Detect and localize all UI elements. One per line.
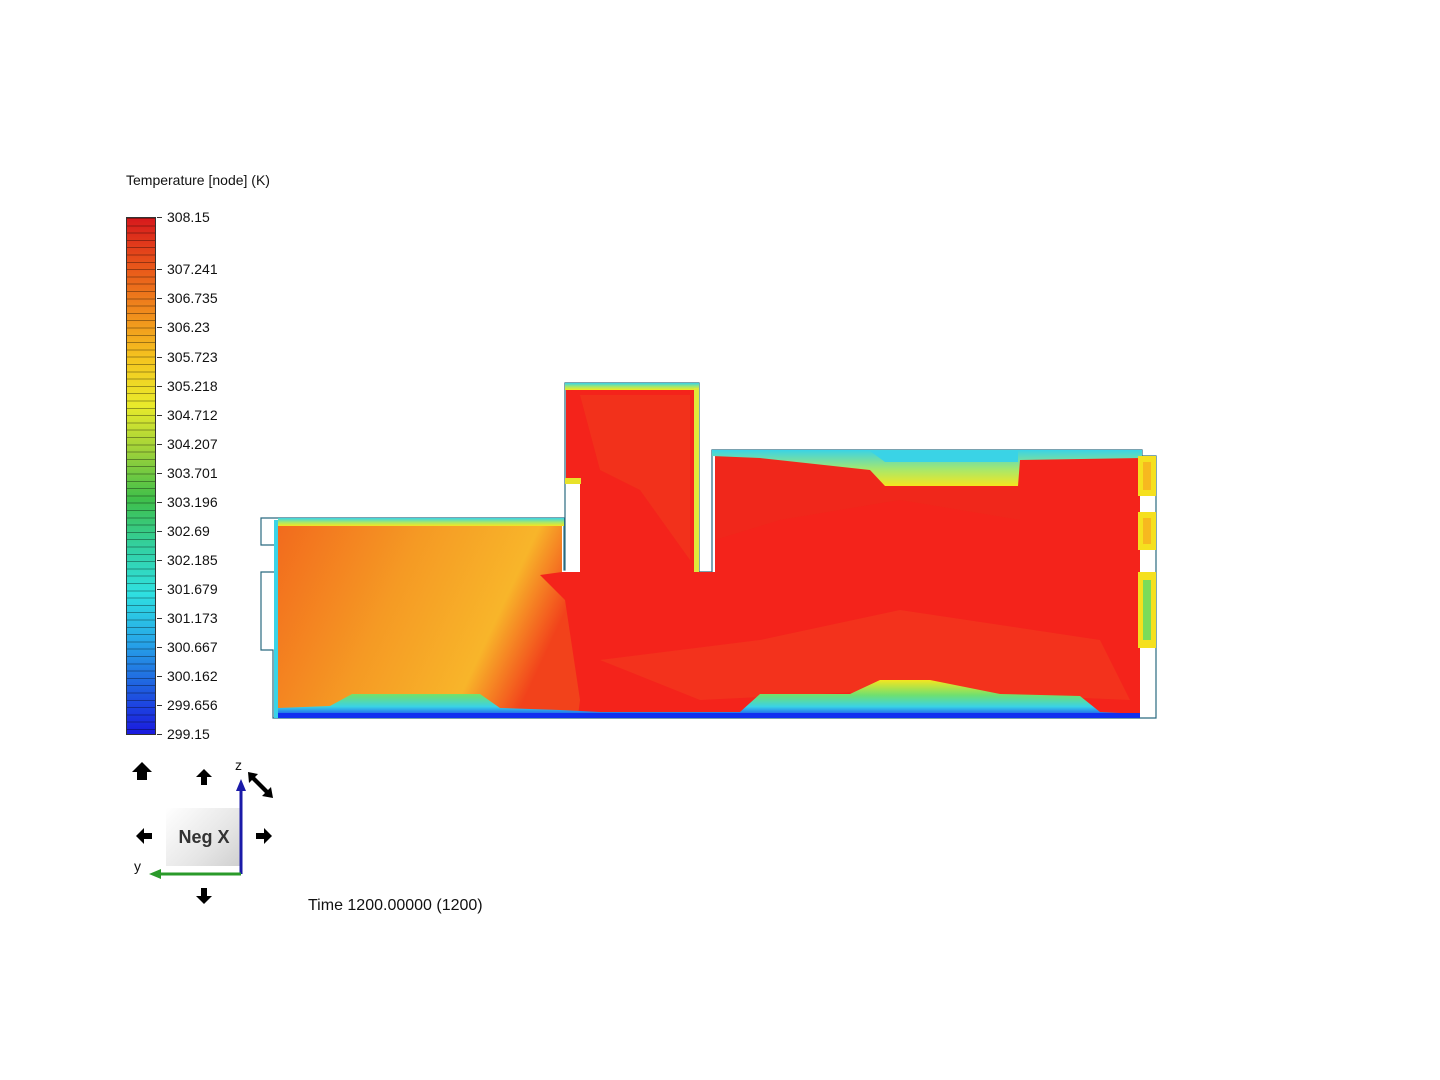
cool-core-right-top	[870, 451, 1018, 462]
rotate-left-icon[interactable]	[132, 824, 156, 848]
rotate-right-icon[interactable]	[252, 824, 276, 848]
axis-y-label: y	[134, 858, 141, 874]
simulation-viewport[interactable]	[0, 0, 1440, 1080]
cool-band-tower-left-notch	[565, 478, 581, 484]
warm-region-left-room	[278, 522, 580, 716]
cool-band-tower-right	[694, 388, 699, 572]
rotate-down-icon[interactable]	[192, 884, 216, 908]
roll-icon[interactable]	[246, 770, 274, 802]
axis-z-label: z	[235, 757, 242, 773]
window-core-2	[1143, 518, 1151, 544]
cool-band-tower-top	[565, 383, 699, 390]
cold-line-bottom	[278, 713, 1140, 718]
cool-band-left-top	[278, 518, 564, 526]
view-cube-label: Neg X	[178, 826, 230, 847]
left-wall-cool	[274, 520, 278, 718]
rotate-up-icon[interactable]	[192, 765, 216, 789]
time-label: Time 1200.00000 (1200)	[308, 897, 483, 914]
window-core-3	[1143, 580, 1151, 640]
window-core-1	[1143, 462, 1151, 490]
view-cube[interactable]: Neg X	[166, 808, 242, 866]
home-icon[interactable]	[130, 759, 154, 783]
